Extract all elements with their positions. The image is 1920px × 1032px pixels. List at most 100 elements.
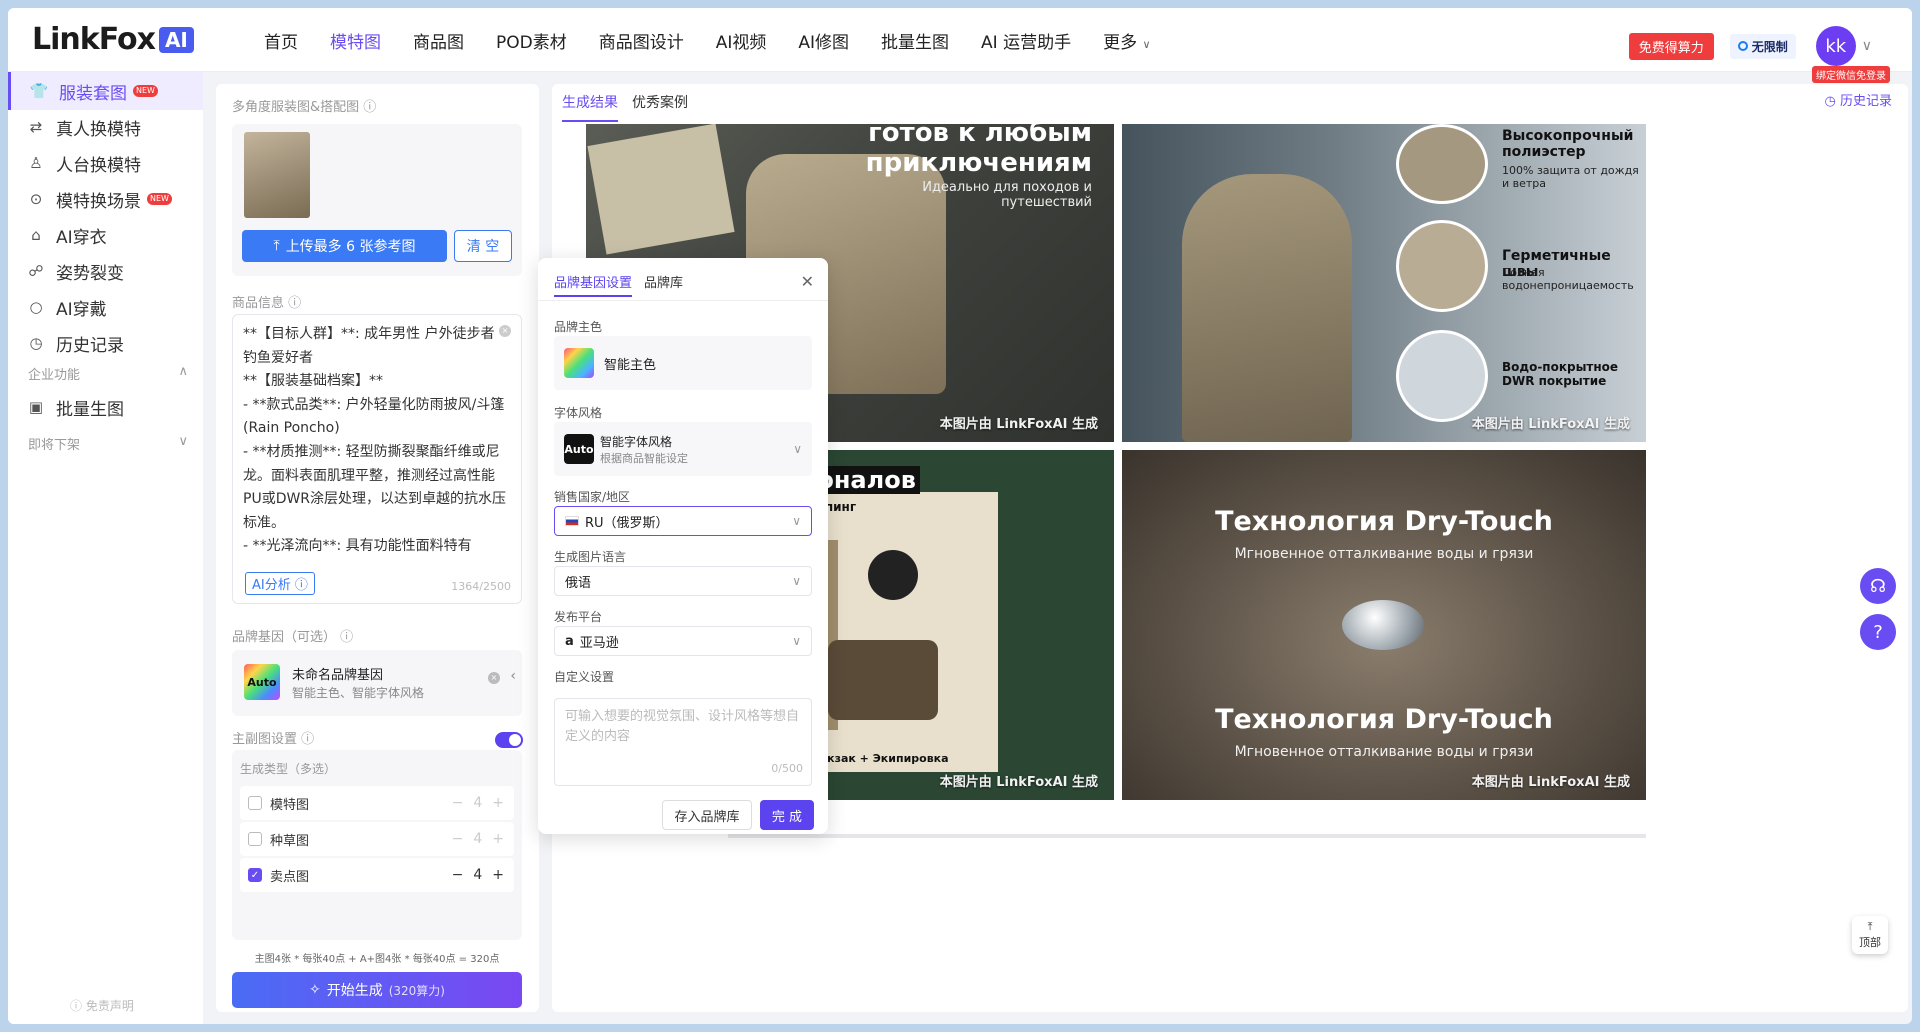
sidebar-item-history[interactable]: ◷ 历史记录 [8,324,203,362]
unlimited-badge[interactable]: 无限制 [1729,33,1796,59]
plus-icon[interactable]: + [492,867,504,883]
quantity-stepper[interactable]: −4 + [452,831,504,847]
upload-button[interactable]: ⤒ 上传最多 6 张参考图 [242,230,447,262]
upload-icon: ⤒ [273,238,280,254]
water-droplet [1342,600,1424,650]
start-generate-button[interactable]: ✧ 开始生成 (320算力) [232,972,522,1008]
platform-value: 亚马逊 [579,635,619,651]
nav-ai-assistant[interactable]: AI 运营助手 [981,28,1071,53]
main-image-toggle[interactable] [495,732,523,748]
group-label: 企业功能 [28,368,81,383]
minus-icon[interactable]: − [452,831,464,847]
brand-gene-label: 品牌基因（可选） ⓘ [232,626,353,645]
help-icon[interactable]: ? [1860,614,1896,650]
nav-pod[interactable]: POD素材 [496,28,567,53]
help-icon[interactable]: ⓘ [363,100,376,115]
minus-icon[interactable]: − [452,795,464,811]
sidebar-item-ai-dress[interactable]: ⌂ AI穿衣 [8,216,203,254]
image-stack-icon: ▣ [28,398,44,416]
quantity-stepper[interactable]: −4 + [452,795,504,811]
close-icon[interactable]: ✕ [801,272,814,291]
sidebar-item-label: 历史记录 [56,335,124,356]
checkbox[interactable] [248,796,262,810]
sidebar-item-batch[interactable]: ▣ 批量生图 [8,388,203,426]
bind-wechat-tag[interactable]: 绑定微信免登录 [1812,66,1890,83]
language-select[interactable]: 俄语 ∨ [554,566,812,596]
disclaimer-link[interactable]: ⓘ 免责声明 [70,997,134,1014]
history-link[interactable]: ◷ 历史记录 [1825,90,1893,109]
checkbox[interactable] [248,832,262,846]
logo[interactable]: LinkFox AI [32,22,194,57]
help-icon[interactable]: ⓘ [301,732,314,747]
chevron-down-icon[interactable]: ∨ [1862,38,1872,54]
free-credit-button[interactable]: 免费得算力 [1628,32,1714,60]
brand-gene-selector[interactable]: Auto 未命名品牌基因 智能主色、智能字体风格 × ‹ [232,650,522,716]
offline-group-header[interactable]: 即将下架 ∨ [28,434,188,453]
done-button[interactable]: 完 成 [760,800,814,830]
nav-ai-video[interactable]: AI视频 [716,28,767,53]
reference-thumbnail[interactable] [244,132,310,218]
tab-brand-settings[interactable]: 品牌基因设置 [554,272,633,297]
sidebar-item-real-model[interactable]: ⇄ 真人换模特 [8,108,203,146]
start-label: 开始生成 [326,983,383,999]
ai-analyze-button[interactable]: AI分析 ⓘ [245,572,315,595]
logo-text: LinkFox [32,22,156,57]
platform-select[interactable]: a 亚马逊 ∨ [554,626,812,656]
help-icon[interactable]: ⓘ [340,630,353,645]
brand-color-selector[interactable]: 智能主色 [554,336,812,390]
gen-type-selling-point[interactable]: ✓ 卖点图 −4 + [240,858,514,892]
nav-model[interactable]: 模特图 [330,28,381,53]
chevron-down-icon: ∨ [792,514,801,528]
nav-ai-retouch[interactable]: AI修图 [798,28,849,53]
credit-formula: 主图4张 * 每张40点 + A+图4张 * 每张40点 = 320点 [254,954,500,965]
map-illustration [587,124,735,255]
start-cost: (320算力) [388,983,445,998]
save-to-library-button[interactable]: 存入品牌库 [662,800,752,830]
sidebar-item-outfit-set[interactable]: 👕 服装套图 NEW [8,72,203,110]
custom-textarea[interactable]: 可输入想要的视觉氛围、设计风格等想自定义的内容 0/500 [554,698,812,786]
minus-icon[interactable]: − [452,867,464,883]
enterprise-group-header[interactable]: 企业功能 ∧ [28,364,188,383]
auto-font-icon: Auto [564,434,594,464]
tab-cases[interactable]: 优秀案例 [632,92,688,122]
clear-icon[interactable]: × [499,325,511,337]
sidebar-item-label: 真人换模特 [56,119,141,140]
plus-icon[interactable]: + [492,795,504,811]
chevron-up-icon: ∧ [178,364,188,379]
country-select[interactable]: RU（俄罗斯） ∨ [554,506,812,536]
checkbox-checked[interactable]: ✓ [248,868,262,882]
nav-more[interactable]: 更多 ∨ [1103,28,1150,53]
font-style-select[interactable]: Auto 智能字体风格 根据商品智能设定 ∨ [554,422,812,476]
help-icon[interactable]: ⓘ [288,296,301,311]
back-to-top-button[interactable]: ⤒ 顶部 [1852,916,1888,954]
gen-type-label: 模特图 [270,797,310,813]
tile1-subtitle: Идеально для походов и путешествий [922,180,1092,210]
tab-results[interactable]: 生成结果 [562,92,618,122]
ref-images-box: ⤒ 上传最多 6 张参考图 清 空 [232,124,522,276]
nav-home[interactable]: 首页 [264,28,298,53]
fabric-circle-1 [1396,124,1488,204]
product-info-textarea[interactable]: **【目标人群】**: 成年男性 户外徒步者 钓鱼爱好者 **【服装基础档案】*… [232,314,522,604]
nav-product-design[interactable]: 商品图设计 [599,28,684,53]
clear-icon[interactable]: × [488,672,500,684]
nav-product[interactable]: 商品图 [413,28,464,53]
tile4-subtitle-top: Мгновенное отталкивание воды и грязи [1234,546,1534,562]
clear-button[interactable]: 清 空 [454,230,512,262]
sidebar-item-ai-wear[interactable]: ○ AI穿戴 [8,288,203,326]
tab-brand-library[interactable]: 品牌库 [644,272,683,297]
support-headset-icon[interactable]: ☊ [1860,568,1896,604]
sidebar-item-scene[interactable]: ⊙ 模特换场景 NEW [8,180,203,218]
sidebar-item-pose[interactable]: ☍ 姿势裂变 [8,252,203,290]
avatar[interactable]: kk [1815,26,1856,66]
result-image-2[interactable]: Высокопрочный полиэстер 100% защита от д… [1122,124,1646,442]
quantity-stepper[interactable]: −4 + [452,867,504,883]
gen-type-seeding[interactable]: 种草图 −4 + [240,822,514,856]
amazon-icon: a [565,633,574,649]
nav-batch[interactable]: 批量生图 [881,28,949,53]
gen-type-model[interactable]: 模特图 −4 + [240,786,514,820]
plus-icon[interactable]: + [492,831,504,847]
result-image-4[interactable]: Технология Dry-Touch Мгновенное отталкив… [1122,450,1646,800]
sidebar-item-mannequin[interactable]: ♙ 人台换模特 [8,144,203,182]
chevron-left-icon[interactable]: ‹ [510,668,516,684]
watermark: 本图片由 LinkFoxAI 生成 [1471,775,1630,790]
